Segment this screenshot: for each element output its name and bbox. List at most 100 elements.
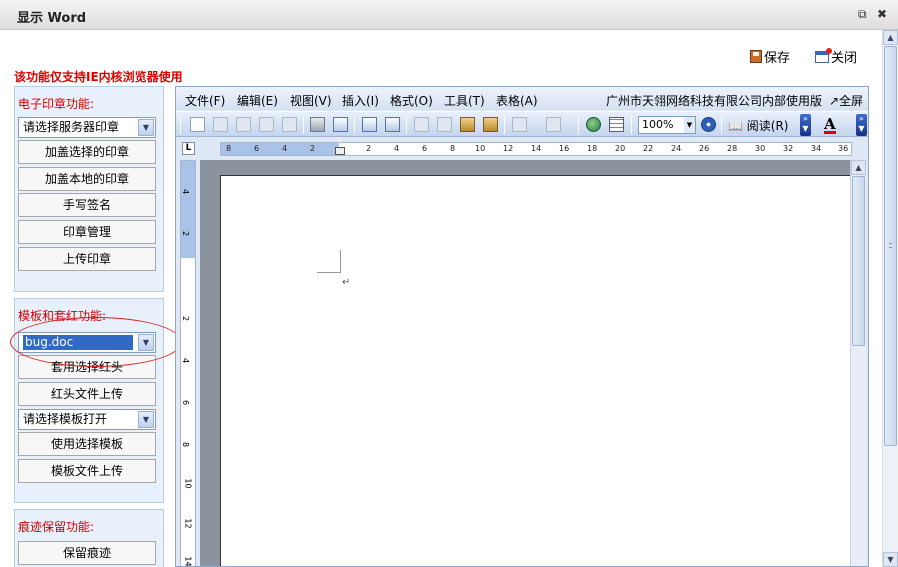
- ruler-row: L 8 6 4 2 2 4 6 8 10 12 14 16 18 20 22 2…: [176, 137, 868, 160]
- save-button[interactable]: 保存: [750, 47, 790, 66]
- close-window-icon[interactable]: ✖: [877, 7, 887, 21]
- ruler-tick: 4: [282, 144, 288, 153]
- menu-edit[interactable]: 编辑(E): [237, 92, 278, 109]
- menu-tools[interactable]: 工具(T): [444, 92, 485, 109]
- upload-redhead-button[interactable]: 红头文件上传: [18, 382, 156, 406]
- ruler-tick: 12: [503, 144, 514, 153]
- format-painter-icon[interactable]: [483, 117, 498, 132]
- ruler-tick: 4: [181, 188, 191, 195]
- ruler-tick: 36: [838, 144, 849, 153]
- hyperlink-icon[interactable]: [586, 117, 601, 132]
- window-title: 显示 Word: [17, 11, 87, 26]
- indent-marker[interactable]: [335, 137, 345, 155]
- scroll-up-arrow-icon[interactable]: ▲: [883, 30, 898, 45]
- template-select[interactable]: 请选择模板打开 ▼: [18, 409, 156, 430]
- toolbar-options-icon-2[interactable]: » ▼: [856, 114, 867, 136]
- floppy-disk-icon: [750, 50, 762, 63]
- paragraph-mark: ↵: [342, 277, 351, 288]
- ruler-tick: 2: [310, 144, 316, 153]
- page-scroll-thumb[interactable]: [884, 46, 897, 446]
- highlight-ellipse: [10, 317, 182, 367]
- upload-template-button[interactable]: 模板文件上传: [18, 459, 156, 483]
- ruler-tick: 14: [531, 144, 542, 153]
- chevron-down-icon: ▼: [138, 411, 154, 428]
- read-mode-label: 阅读(R): [746, 119, 789, 133]
- toolbar-options-icon[interactable]: » ▼: [800, 114, 811, 136]
- restore-window-icon[interactable]: ⧉: [858, 7, 867, 21]
- menu-file[interactable]: 文件(F): [185, 92, 225, 109]
- ruler-tick: 28: [727, 144, 738, 153]
- apply-local-seal-button[interactable]: 加盖本地的印章: [18, 167, 156, 191]
- ruler-tick: 2: [181, 315, 191, 322]
- email-icon[interactable]: [282, 117, 297, 132]
- menu-table[interactable]: 表格(A): [496, 92, 538, 109]
- paste-icon[interactable]: [460, 117, 475, 132]
- ruler-tick: 20: [615, 144, 626, 153]
- ruler-tick: 2: [181, 230, 191, 237]
- ruler-tick: 8: [226, 144, 232, 153]
- scroll-down-arrow-icon[interactable]: ▼: [883, 552, 898, 567]
- undo-icon[interactable]: [512, 117, 527, 132]
- spelling-check-icon[interactable]: [362, 117, 377, 132]
- print-icon[interactable]: [310, 117, 325, 132]
- window-titlebar: 显示 Word ⧉ ✖: [0, 0, 898, 30]
- ruler-tick: 10: [475, 144, 486, 153]
- tab-stop-selector[interactable]: L: [182, 142, 195, 155]
- copy-icon[interactable]: [437, 117, 452, 132]
- handwritten-signature-button[interactable]: 手写签名: [18, 193, 156, 217]
- new-document-icon[interactable]: [190, 117, 205, 132]
- read-mode-button[interactable]: 📖 阅读(R): [728, 117, 788, 134]
- ruler-tick: 34: [811, 144, 822, 153]
- open-folder-icon[interactable]: [213, 117, 228, 132]
- word-menubar: 文件(F) 编辑(E) 视图(V) 插入(I) 格式(O) 工具(T) 表格(A…: [176, 87, 868, 110]
- apply-selected-seal-button[interactable]: 加盖选择的印章: [18, 140, 156, 164]
- ruler-tick: 8: [450, 144, 456, 153]
- page-scrollbar[interactable]: ▲ ▼: [882, 30, 898, 567]
- close-window-small-icon: [815, 47, 832, 63]
- ruler-tick: 6: [181, 399, 191, 406]
- ruler-tick: 6: [254, 144, 260, 153]
- menu-format[interactable]: 格式(O): [390, 92, 433, 109]
- trace-panel: 痕迹保留功能: 保留痕迹: [14, 509, 164, 567]
- save-button-label: 保存: [764, 51, 791, 66]
- browser-notice: 该功能仅支持IE内核浏览器使用: [14, 70, 183, 84]
- menu-view[interactable]: 视图(V): [290, 92, 332, 109]
- close-button[interactable]: 关闭: [815, 47, 857, 66]
- vertical-ruler[interactable]: 4 2 2 4 6 8 10 12 14: [180, 160, 196, 566]
- ruler-tick: 6: [422, 144, 428, 153]
- redo-icon[interactable]: [546, 117, 561, 132]
- margin-crop-mark: [317, 250, 341, 273]
- ruler-tick: 8: [181, 441, 191, 448]
- fullscreen-button[interactable]: ↗全屏: [829, 92, 863, 109]
- ruler-tick: 12: [183, 518, 193, 529]
- document-scrollbar[interactable]: ▲: [850, 160, 866, 566]
- ruler-tick: 32: [783, 144, 794, 153]
- menu-insert[interactable]: 插入(I): [342, 92, 379, 109]
- horizontal-ruler[interactable]: 8 6 4 2 2 4 6 8 10 12 14 16 18 20 22 24 …: [220, 142, 852, 156]
- help-icon[interactable]: [701, 117, 716, 132]
- save-disk-icon[interactable]: [236, 117, 251, 132]
- keep-trace-button[interactable]: 保留痕迹: [18, 541, 156, 565]
- doc-scroll-thumb[interactable]: [852, 176, 865, 346]
- font-color-button[interactable]: A: [824, 115, 836, 134]
- doc-scroll-up-arrow-icon[interactable]: ▲: [851, 160, 866, 175]
- ruler-tick: 4: [394, 144, 400, 153]
- trace-panel-title: 痕迹保留功能:: [18, 520, 95, 534]
- seal-management-button[interactable]: 印章管理: [18, 220, 156, 244]
- ruler-tick: 10: [183, 478, 193, 489]
- permission-icon[interactable]: [259, 117, 274, 132]
- print-preview-icon[interactable]: [333, 117, 348, 132]
- ruler-tick: 2: [366, 144, 372, 153]
- ruler-tick: 26: [699, 144, 710, 153]
- license-text: 广州市天翎网络科技有限公司内部使用版: [606, 94, 823, 108]
- use-template-button[interactable]: 使用选择模板: [18, 432, 156, 456]
- seal-panel: 电子印章功能: 请选择服务器印章 ▼ 加盖选择的印章 加盖本地的印章 手写签名 …: [14, 86, 164, 292]
- document-page[interactable]: ↵: [220, 175, 851, 566]
- upload-seal-button[interactable]: 上传印章: [18, 247, 156, 271]
- chevron-down-icon: ▼: [684, 117, 695, 133]
- insert-table-icon[interactable]: [609, 117, 624, 132]
- cut-icon[interactable]: [414, 117, 429, 132]
- research-icon[interactable]: [385, 117, 400, 132]
- server-seal-select[interactable]: 请选择服务器印章 ▼: [18, 117, 156, 138]
- zoom-select[interactable]: 100% ▼: [638, 116, 696, 134]
